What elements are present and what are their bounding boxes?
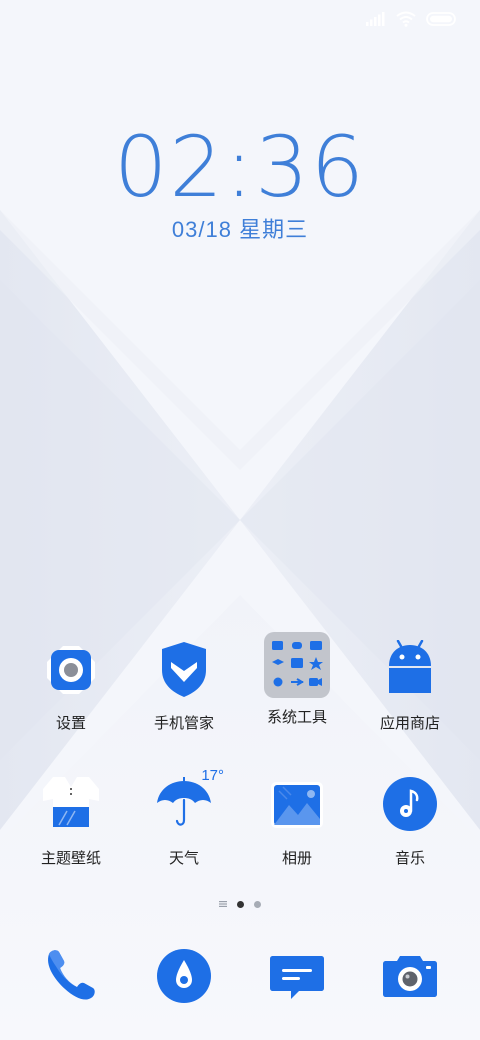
security-shield-icon bbox=[154, 640, 214, 700]
battery-icon bbox=[426, 11, 456, 31]
app-weather[interactable]: 17° 天气 bbox=[124, 767, 244, 868]
app-label: 设置 bbox=[55, 715, 86, 732]
app-phone-manager[interactable]: 手机管家 bbox=[124, 640, 244, 733]
dock-camera[interactable] bbox=[380, 946, 440, 1006]
status-bar bbox=[366, 10, 456, 32]
app-system-tools[interactable]: 系统工具 bbox=[237, 632, 357, 727]
app-label: 天气 bbox=[168, 850, 199, 867]
browser-icon bbox=[157, 949, 211, 1003]
music-icon bbox=[380, 775, 440, 835]
app-themes[interactable]: 主题壁纸 bbox=[11, 775, 131, 868]
messages-icon bbox=[270, 956, 324, 999]
app-gallery[interactable]: 相册 bbox=[237, 775, 357, 868]
gallery-icon bbox=[267, 775, 327, 835]
weather-umbrella-icon: 17° bbox=[154, 767, 224, 835]
android-store-icon bbox=[380, 639, 440, 700]
page-indicator[interactable] bbox=[0, 895, 480, 913]
theme-shirt-icon bbox=[41, 775, 101, 835]
page-list-icon bbox=[219, 895, 227, 913]
page-dot bbox=[254, 900, 261, 908]
dock-browser[interactable] bbox=[154, 946, 214, 1006]
app-store[interactable]: 应用商店 bbox=[350, 639, 470, 733]
app-label: 应用商店 bbox=[379, 715, 440, 732]
camera-icon bbox=[383, 956, 437, 997]
weather-temperature: 17° bbox=[201, 767, 224, 784]
settings-icon bbox=[41, 640, 101, 700]
app-settings[interactable]: 设置 bbox=[11, 640, 131, 733]
wifi-icon bbox=[396, 11, 416, 32]
lockscreen-clock: 02:36 bbox=[113, 118, 367, 216]
app-label: 手机管家 bbox=[153, 715, 214, 732]
page-dot-active bbox=[237, 900, 244, 908]
app-label: 主题壁纸 bbox=[40, 850, 101, 867]
app-label: 相册 bbox=[281, 850, 312, 867]
phone-icon bbox=[48, 950, 95, 1000]
system-tools-folder-icon bbox=[264, 632, 330, 698]
dock-phone[interactable] bbox=[41, 946, 101, 1006]
app-music[interactable]: 音乐 bbox=[350, 775, 470, 868]
signal-icon bbox=[366, 11, 386, 31]
app-label: 系统工具 bbox=[266, 709, 327, 726]
dock-messages[interactable] bbox=[267, 946, 327, 1006]
app-label: 音乐 bbox=[394, 850, 425, 867]
lockscreen-date: 03/18 星期三 bbox=[171, 217, 309, 242]
